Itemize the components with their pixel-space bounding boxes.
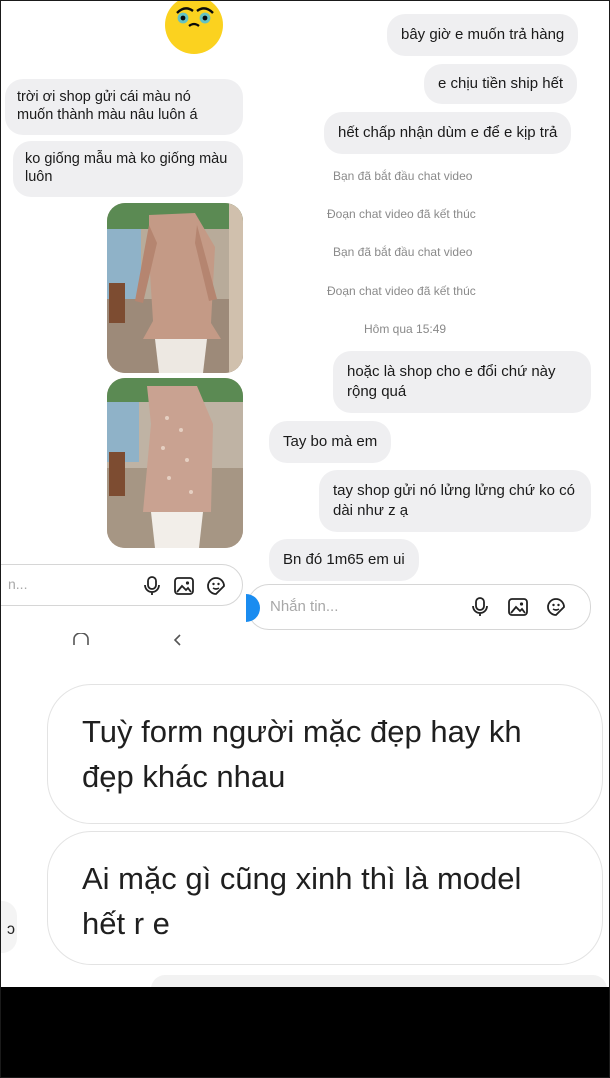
image-icon[interactable] — [172, 574, 196, 598]
input-placeholder: n... — [8, 576, 28, 592]
bottom-chat-panel: Tuỳ form người mặc đẹp hay kh đẹp khác n… — [1, 651, 609, 989]
message-bubble-outgoing: bây giờ e muốn trả hàng — [387, 14, 579, 56]
message-bubble-outgoing: hoặc là shop cho e đổi chứ này rộng quá — [333, 351, 591, 413]
message-bubble-incoming: Bn đó 1m65 em ui — [269, 539, 419, 581]
message-input[interactable]: n... — [1, 564, 243, 606]
dress-photo[interactable] — [107, 378, 243, 548]
message-bubble-outgoing: hết chấp nhận dùm e để e kịp trả — [324, 112, 572, 154]
screenshot-collage: trời ơi shop gửi cái màu nó muốn thành m… — [0, 0, 610, 1078]
message-bubble-incoming: Tay bo mà em — [269, 421, 392, 463]
dress-photo[interactable] — [107, 203, 243, 373]
input-placeholder: Nhắn tin... — [270, 598, 339, 615]
edge-glyph: ɔ — [7, 921, 15, 938]
photo-content — [107, 203, 243, 373]
video-chat-event: Bạn đã bắt đầu chat video — [333, 245, 473, 259]
message-input[interactable]: Nhắn tin... — [246, 584, 591, 630]
video-chat-event: Bạn đã bắt đầu chat video — [333, 169, 473, 183]
image-icon[interactable] — [506, 595, 530, 619]
emoji-avatar-icon — [165, 1, 223, 54]
message-bubble: Tuỳ form người mặc đẹp hay kh đẹp khác n… — [47, 684, 603, 824]
message-bubble-outgoing: tay shop gửi nó lửng lửng chứ ko có dài … — [319, 470, 591, 532]
mic-icon[interactable] — [140, 574, 164, 598]
black-band — [1, 987, 609, 1077]
home-nav-icon[interactable] — [71, 633, 91, 647]
sticker-icon[interactable] — [544, 595, 568, 619]
back-nav-icon[interactable] — [171, 633, 185, 647]
video-chat-event: Đoạn chat video đã kết thúc — [327, 207, 476, 221]
camera-icon[interactable] — [242, 594, 264, 622]
video-chat-event: Đoạn chat video đã kết thúc — [327, 284, 476, 298]
timestamp: Hôm qua 15:49 — [364, 322, 447, 336]
mic-icon[interactable] — [468, 595, 492, 619]
photo-content — [107, 378, 243, 548]
message-bubble: trời ơi shop gửi cái màu nó muốn thành m… — [5, 79, 243, 135]
sticker-icon[interactable] — [204, 574, 228, 598]
left-chat-panel: trời ơi shop gửi cái màu nó muốn thành m… — [1, 1, 253, 651]
message-bubble-outgoing: e chịu tiền ship hết — [424, 64, 578, 104]
message-bubble: Ai mặc gì cũng xinh thì là model hết r e — [47, 831, 603, 965]
right-chat-panel: bây giờ e muốn trả hàng e chịu tiền ship… — [246, 1, 609, 641]
message-bubble: ko giống mẫu mà ko giống màu luôn — [13, 141, 243, 197]
